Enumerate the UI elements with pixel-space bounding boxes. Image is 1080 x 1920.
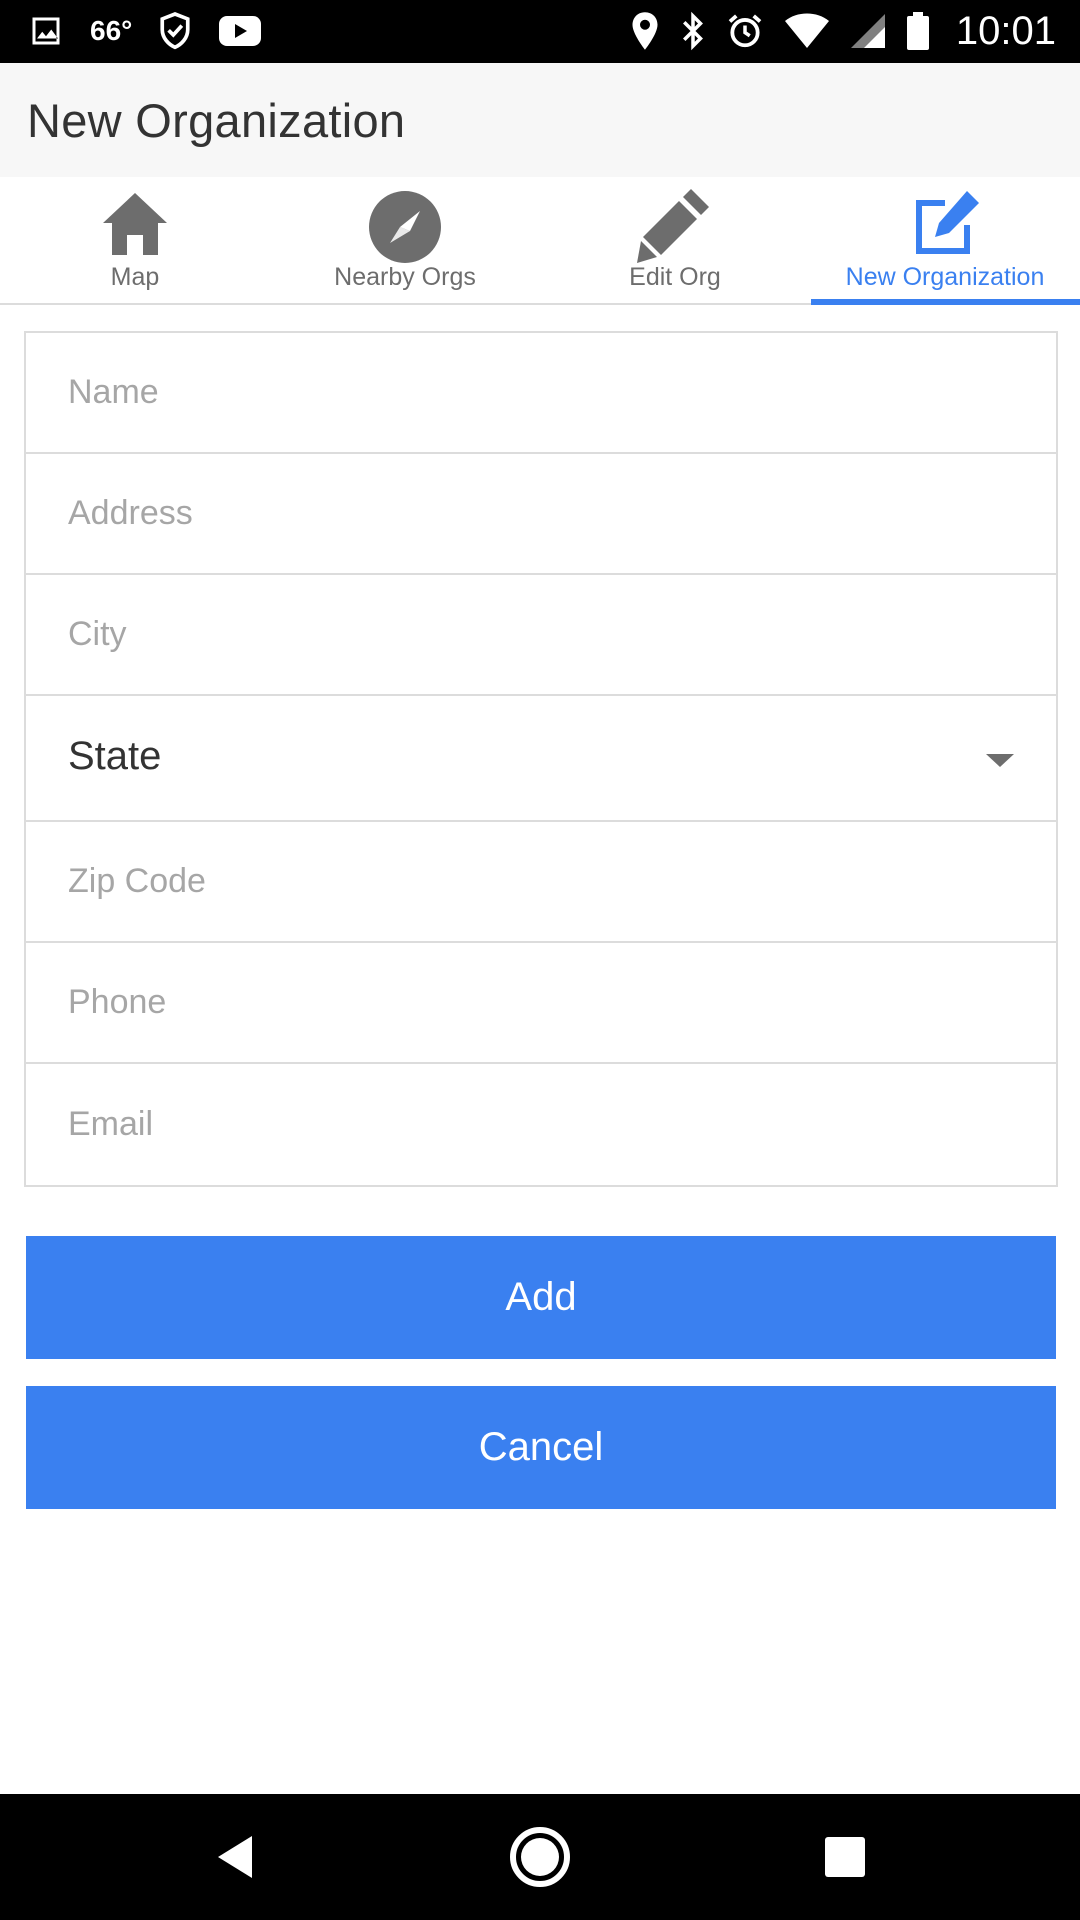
chevron-down-icon <box>986 754 1014 767</box>
clock-text: 10:01 <box>955 8 1056 53</box>
temperature-text: 66° <box>90 15 133 46</box>
page-title: New Organization <box>27 94 406 147</box>
add-button[interactable]: Add <box>26 1236 1056 1359</box>
shield-check-icon <box>160 12 190 50</box>
wifi-icon <box>784 13 829 48</box>
tab-map[interactable]: Map <box>0 177 270 303</box>
compass-icon <box>369 191 441 263</box>
name-input[interactable] <box>26 333 1056 452</box>
alarm-icon <box>728 14 762 48</box>
battery-icon <box>906 12 929 50</box>
tab-bar: Map Nearby Orgs Edit Org New Organizatio… <box>0 177 1080 305</box>
phone-field-row <box>26 943 1056 1064</box>
email-field-row <box>26 1064 1056 1185</box>
zip-field-row <box>26 822 1056 943</box>
city-field-row <box>26 575 1056 696</box>
image-icon <box>32 17 60 45</box>
phone-input[interactable] <box>26 943 1056 1062</box>
state-select-value: State <box>68 734 162 778</box>
recents-icon[interactable] <box>810 1822 880 1892</box>
cancel-button[interactable]: Cancel <box>26 1386 1056 1509</box>
tab-map-label: Map <box>110 263 160 291</box>
email-input[interactable] <box>26 1064 1056 1185</box>
status-bar: 66° 10:01 <box>0 0 1080 63</box>
tab-new-organization[interactable]: New Organization <box>810 177 1080 303</box>
tab-nearby-orgs-label: Nearby Orgs <box>334 263 476 291</box>
home-circle-icon[interactable] <box>505 1822 575 1892</box>
bluetooth-icon <box>682 11 703 51</box>
tab-edit-org-label: Edit Org <box>629 263 721 291</box>
address-input[interactable] <box>26 454 1056 573</box>
edit-square-icon <box>916 191 979 254</box>
signal-icon <box>850 14 885 48</box>
name-field-row <box>26 333 1056 454</box>
tab-edit-org[interactable]: Edit Org <box>540 177 810 303</box>
youtube-icon <box>219 16 262 46</box>
pencil-icon <box>637 189 709 263</box>
tab-new-organization-label: New Organization <box>845 263 1045 291</box>
tab-nearby-orgs[interactable]: Nearby Orgs <box>270 177 540 303</box>
system-nav-bar <box>0 1794 1080 1920</box>
home-icon <box>103 193 167 255</box>
state-select[interactable]: State <box>26 696 1056 822</box>
organization-form: State <box>24 331 1058 1187</box>
app-bar: New Organization <box>0 63 1080 177</box>
back-icon[interactable] <box>200 1822 270 1892</box>
address-field-row <box>26 454 1056 575</box>
active-tab-indicator <box>811 299 1080 305</box>
location-icon <box>632 12 658 50</box>
city-input[interactable] <box>26 575 1056 694</box>
zip-code-input[interactable] <box>26 822 1056 941</box>
status-bar-left: 66° <box>28 10 262 52</box>
status-bar-right: 10:01 <box>630 8 1056 54</box>
